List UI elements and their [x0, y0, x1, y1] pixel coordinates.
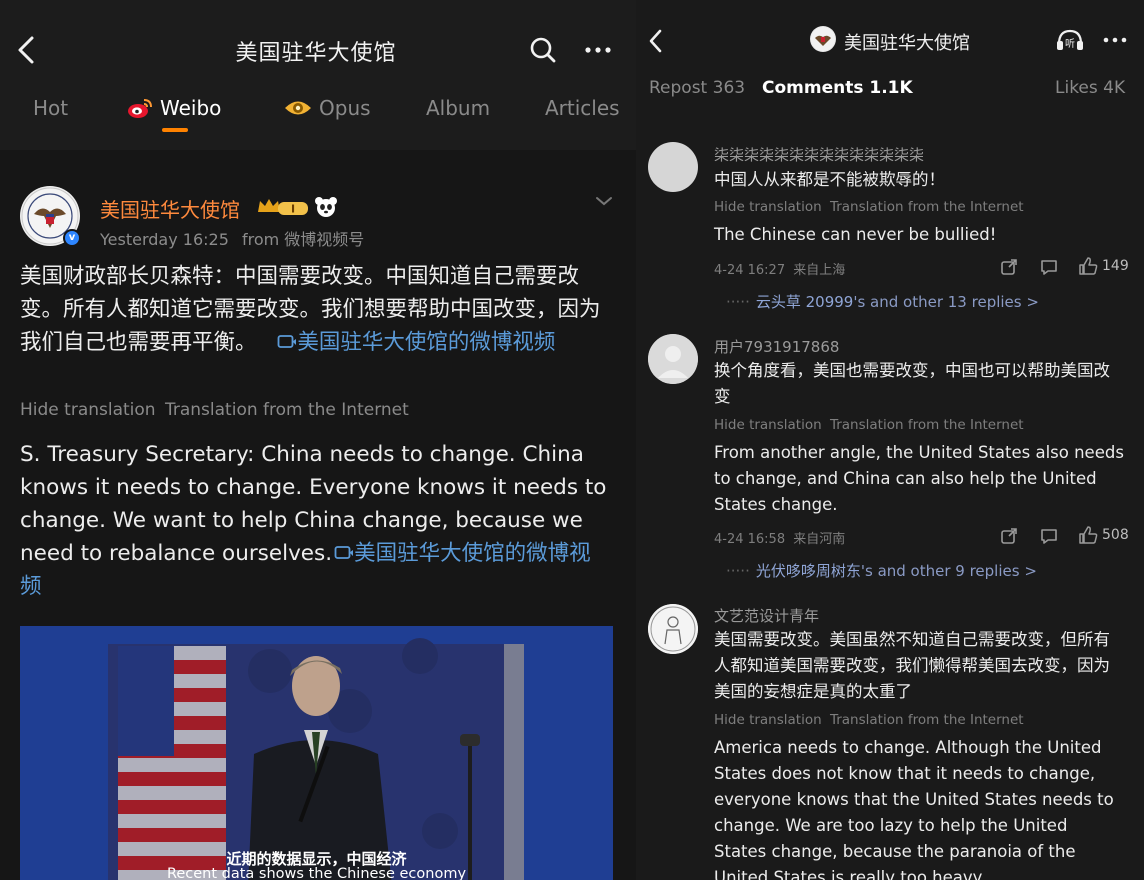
interaction-tabs: Repost 363 Comments 1.1K Likes 4K — [636, 78, 1144, 104]
listen-icon[interactable]: 听 — [1055, 28, 1085, 52]
comment-text: 换个角度看，美国也需要改变，中国也可以帮助美国改变 — [714, 361, 1110, 406]
comment-location: 来自上海 — [793, 263, 846, 278]
video-link-icon — [277, 335, 297, 348]
comment-translation: The Chinese can never be bullied! — [714, 225, 997, 244]
comment-text: 中国人从来都是不能被欺辱的！ — [714, 170, 945, 189]
post-text-en: S. Treasury Secretary: China needs to ch… — [20, 438, 610, 603]
comment-time: 4-24 16:58 — [714, 532, 786, 547]
avatar[interactable] — [648, 604, 698, 654]
translation-source: Translation from the Internet — [829, 712, 1024, 728]
page-title: 美国驻华大使馆 — [844, 33, 970, 54]
hide-translation-link[interactable]: Hide translation — [714, 199, 822, 215]
post-time: Yesterday 16:25 — [100, 230, 229, 249]
tab-hot[interactable]: Hot — [33, 96, 68, 120]
tab-articles[interactable]: Articles — [545, 96, 620, 120]
comment-location: 来自河南 — [793, 532, 846, 547]
hide-translation-link[interactable]: Hide translation — [20, 400, 156, 420]
weibo-icon — [128, 99, 152, 118]
translation-source: Translation from the Internet — [829, 199, 1024, 215]
translation-source: Translation from the Internet — [164, 400, 409, 420]
more-replies-text: 's and other 9 replies > — [860, 562, 1037, 580]
translation-toggle: Hide translation Translation from the In… — [714, 199, 1024, 215]
tab-weibo[interactable]: Weibo — [126, 96, 221, 120]
tab-repost[interactable]: Repost 363 — [649, 78, 745, 98]
avatar[interactable] — [810, 26, 836, 52]
opus-icon — [285, 101, 311, 115]
comments-panel: 美国驻华大使馆 听 Repost 363 Comments 1.1K Likes… — [636, 0, 1144, 880]
translation-toggle: Hide translation Translation from the In… — [714, 712, 1024, 728]
like-count: 149 — [1102, 258, 1129, 274]
tab-likes[interactable]: Likes 4K — [1055, 78, 1125, 98]
embassy-seal-icon — [811, 27, 835, 51]
share-icon[interactable] — [1000, 258, 1018, 276]
post-text-cn: 美国财政部长贝森特：中国需要改变。中国知道自己需要改变。所有人都知道它需要改变。… — [20, 260, 610, 359]
video-frame — [20, 626, 613, 880]
reply-author[interactable]: 云头草 20999 — [756, 293, 854, 311]
profile-tabs: Hot Weibo Opus Album Articles — [0, 90, 636, 130]
back-icon[interactable] — [646, 28, 666, 54]
more-replies-text: 's and other 13 replies > — [853, 293, 1039, 311]
profile-header: 美国驻华大使馆 Hot Weibo Opus Album Articles — [0, 0, 636, 150]
weibo-post: v 美国驻华大使馆 I Yesterday 16:25 from 微博视频号 美… — [0, 160, 636, 880]
comment-time: 4-24 16:27 — [714, 263, 786, 278]
like-icon[interactable] — [1078, 257, 1098, 275]
translation-source: Translation from the Internet — [829, 417, 1024, 433]
comment-meta: 4-24 16:58 来自河南 — [714, 528, 845, 547]
post-source[interactable]: from 微博视频号 — [242, 230, 364, 249]
comment-username[interactable]: 柒柒柒柒柒柒柒柒柒柒柒柒柒柒 — [714, 144, 924, 165]
tab-album[interactable]: Album — [426, 96, 490, 120]
more-replies-link[interactable]: ····· 云头草 20999's and other 13 replies > — [726, 291, 1039, 312]
video-link-cn[interactable]: 美国驻华大使馆的微博视频 — [263, 330, 555, 355]
listen-label: 听 — [1065, 38, 1075, 50]
reply-icon[interactable] — [1040, 527, 1058, 545]
video-subtitle-en: Recent data shows the Chinese economy — [166, 866, 467, 880]
search-icon[interactable] — [529, 36, 557, 64]
default-avatar-icon — [648, 334, 698, 384]
reply-author[interactable]: 光伏哆哆周树东 — [756, 562, 861, 580]
like-count: 508 — [1102, 527, 1129, 543]
reply-icon[interactable] — [1040, 258, 1058, 276]
post-panel: 美国驻华大使馆 Hot Weibo Opus Album Articles v … — [0, 0, 636, 880]
translation-toggle: Hide translation Translation from the In… — [20, 400, 409, 420]
comment-meta: 4-24 16:27 来自上海 — [714, 259, 845, 278]
comment-text: 美国需要改变。美国虽然不知道自己需要改变，但所有人都知道美国需要改变，我们懒得帮… — [714, 630, 1110, 701]
comment-username[interactable]: 文艺范设计青年 — [714, 605, 819, 626]
like-icon[interactable] — [1078, 526, 1098, 544]
comment-username[interactable]: 用户7931917868 — [714, 336, 839, 357]
active-tab-indicator — [162, 128, 188, 132]
panda-icon — [315, 197, 337, 217]
chevron-down-icon[interactable] — [594, 194, 614, 208]
avatar[interactable] — [648, 142, 698, 192]
tab-comments[interactable]: Comments 1.1K — [762, 78, 913, 98]
video-link-icon — [334, 546, 354, 559]
more-icon[interactable] — [1102, 32, 1128, 48]
tab-opus[interactable]: Opus — [283, 96, 371, 120]
crown-badge-label: I — [291, 203, 295, 216]
crown-badge-icon: I — [258, 199, 308, 216]
post-author[interactable]: 美国驻华大使馆 — [100, 194, 240, 223]
hide-translation-link[interactable]: Hide translation — [714, 712, 822, 728]
share-icon[interactable] — [1000, 527, 1018, 545]
post-meta: Yesterday 16:25 from 微博视频号 — [100, 226, 364, 250]
verified-icon: v — [63, 229, 81, 247]
video-player[interactable]: 近期的数据显示，中国经济 Recent data shows the Chine… — [20, 626, 613, 880]
comment-translation: America needs to change. Although the Un… — [714, 738, 1114, 880]
comment-translation: From another angle, the United States al… — [714, 443, 1124, 514]
avatar[interactable] — [648, 334, 698, 384]
sketch-avatar-icon — [648, 604, 698, 654]
translation-toggle: Hide translation Translation from the In… — [714, 417, 1024, 433]
more-icon[interactable] — [583, 38, 613, 62]
more-replies-link[interactable]: ····· 光伏哆哆周树东's and other 9 replies > — [726, 560, 1037, 581]
hide-translation-link[interactable]: Hide translation — [714, 417, 822, 433]
